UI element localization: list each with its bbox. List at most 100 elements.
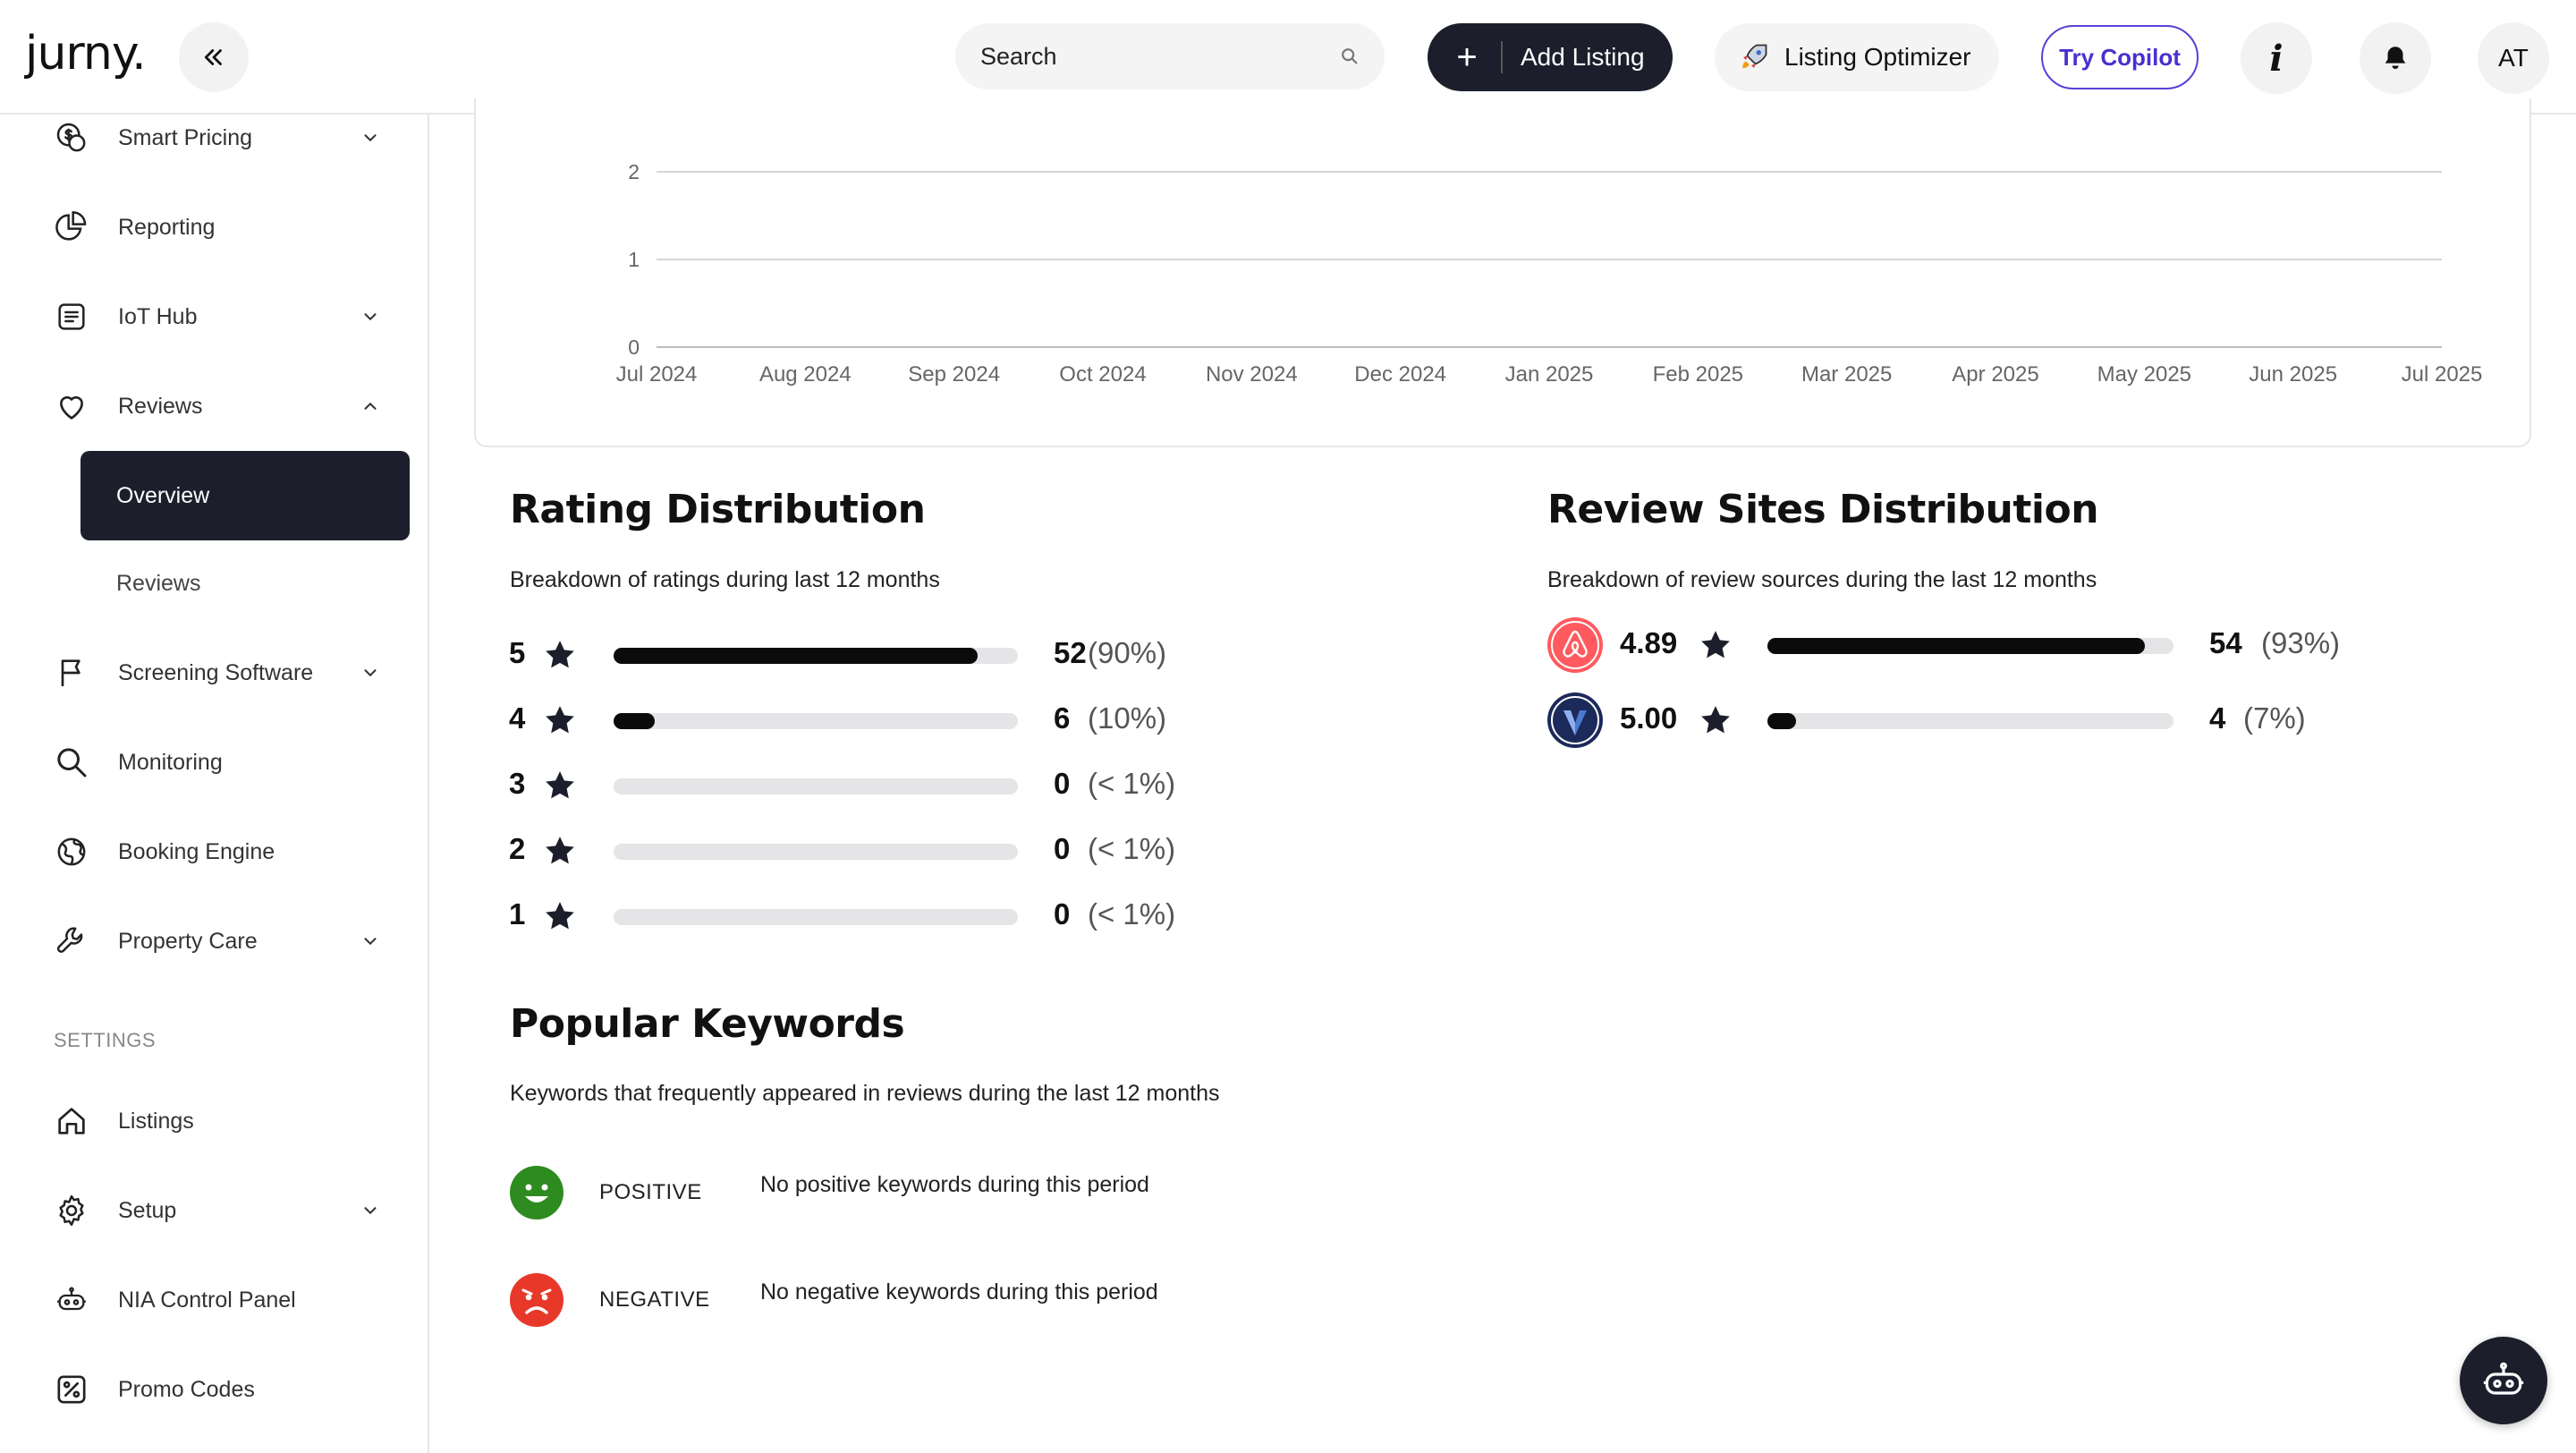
flag-icon [52,653,91,693]
sidebar-item-label: Booking Engine [118,838,275,864]
sidebar-item-label: Promo Codes [118,1376,255,1402]
rating-star-value: 1 [509,897,526,930]
chevron-down-icon [358,660,383,685]
settings-section-label: SETTINGS [54,1029,157,1051]
rating-bar-track [614,713,1018,729]
rating-count: 6 [1054,701,1071,735]
x-tick-label: Jul 2025 [2402,362,2483,387]
x-tick-label: Mar 2025 [1801,362,1892,387]
jurny-logo[interactable]: jurny. [25,27,147,81]
x-tick-label: Aug 2024 [759,362,852,387]
sidebar-item-screening-software[interactable]: Screening Software [52,650,383,695]
rating-distribution-subtitle: Breakdown of ratings during last 12 mont… [510,567,940,592]
site-review-percent: (93%) [2261,626,2341,659]
globe-icon [52,832,91,871]
site-review-count: 4 [2209,701,2226,735]
positive-keywords-empty-text: No positive keywords during this period [760,1172,1149,1197]
rating-percent: (< 1%) [1088,767,1176,800]
sidebar-item-label: Property Care [118,928,258,954]
home-icon [52,1101,91,1141]
site-review-count: 54 [2209,626,2242,659]
sidebar-item-label: NIA Control Panel [118,1287,296,1313]
chevron-down-icon [358,929,383,954]
assistant-bot-button[interactable] [2460,1337,2547,1424]
user-avatar[interactable]: AT [2478,22,2549,94]
rating-star-value: 3 [509,767,526,800]
gear-icon [52,1191,91,1230]
y-tick-label: 2 [628,160,640,183]
x-tick-label: Dec 2024 [1354,362,1446,387]
search-box[interactable]: Search [955,23,1385,89]
sidebar-item-property-care[interactable]: Property Care [52,919,383,964]
sad-face-icon [510,1273,564,1327]
site-bar-fill [1767,638,2146,654]
rating-bar-fill [614,648,978,664]
site-average-rating: 5.00 [1620,701,1678,735]
collapse-sidebar-button[interactable] [179,22,249,92]
sidebar-subitem-overview[interactable]: Overview [80,451,410,540]
listing-optimizer-label: Listing Optimizer [1784,43,1971,71]
rating-bar-fill [614,713,655,729]
sidebar-item-nia-control-panel[interactable]: NIA Control Panel [52,1278,383,1322]
search-input[interactable]: Search [980,43,1340,71]
add-listing-button[interactable]: + Add Listing [1428,23,1673,91]
airbnb-logo-icon [1547,617,1603,673]
search-icon [1342,48,1358,64]
iot-device-icon [52,297,91,336]
x-tick-label: Jan 2025 [1505,362,1594,387]
sidebar-item-setup[interactable]: Setup [52,1188,383,1233]
review-sites-title: Review Sites Distribution [1547,487,2099,532]
top-bar: jurny. Search + Add Listing Listing Opti… [0,0,2576,115]
rating-count: 52 [1054,636,1087,669]
sidebar-subitem-reviews[interactable]: Reviews [116,571,200,597]
sidebar-item-label: Reviews [118,393,203,419]
chevron-up-icon [358,394,383,419]
rating-star-value: 2 [509,832,526,865]
positive-keywords-label: POSITIVE [599,1180,702,1204]
sidebar-item-smart-pricing[interactable]: Smart Pricing [52,115,383,160]
sidebar-item-listings[interactable]: Listings [52,1099,383,1143]
review-sites-subtitle: Breakdown of review sources during the l… [1547,567,2097,592]
sidebar-item-iot-hub[interactable]: IoT Hub [52,294,383,339]
site-review-percent: (7%) [2243,701,2306,735]
pie-chart-icon [52,208,91,247]
site-bar-fill [1767,713,1796,729]
rating-bar-track [614,648,1018,664]
star-icon [1701,706,1730,734]
reviews-over-time-chart-card: 0 1 2 Jul 2024 Aug 2024 Sep 2024 Oct 2024 Nov 2… [474,98,2531,447]
sidebar-item-promo-codes[interactable]: Promo Codes [52,1367,383,1412]
negative-keywords-label: NEGATIVE [599,1287,710,1312]
site-average-rating: 4.89 [1620,626,1678,659]
sidebar-item-reviews[interactable]: Reviews [52,384,383,429]
reviews-line-chart: 0 1 2 Jul 2024 Aug 2024 Sep 2024 Oct 2024 Nov 2… [616,160,2483,387]
listing-optimizer-button[interactable]: Listing Optimizer [1715,23,1999,91]
rating-star-value: 5 [509,636,526,669]
site-bar-track [1767,638,2174,654]
sidebar-item-label: Smart Pricing [118,124,253,150]
add-listing-label: Add Listing [1521,43,1645,71]
star-icon [546,641,574,668]
rating-star-value: 4 [509,701,526,735]
popular-keywords-subtitle: Keywords that frequently appeared in rev… [510,1081,1220,1106]
site-bar-track [1767,713,2174,729]
info-button[interactable]: i [2241,22,2312,94]
notifications-button[interactable] [2360,22,2431,94]
star-icon [546,706,574,734]
button-separator [1501,41,1503,73]
sidebar-item-monitoring[interactable]: Monitoring [52,740,383,785]
sidebar-item-reporting[interactable]: Reporting [52,205,383,250]
x-tick-label: Feb 2025 [1653,362,1743,387]
sidebar-item-label: IoT Hub [118,303,198,329]
x-tick-label: Jul 2024 [616,362,698,387]
double-chevron-left-icon [204,49,222,65]
robot-icon [2483,1362,2524,1395]
sidebar-item-label: Setup [118,1197,177,1223]
sidebar-item-booking-engine[interactable]: Booking Engine [52,829,383,874]
x-tick-label: May 2025 [2097,362,2191,387]
rating-distribution-title: Rating Distribution [510,487,926,532]
dollar-circle-icon [52,118,91,157]
bell-icon [2385,47,2406,70]
heart-icon [52,387,91,426]
try-copilot-button[interactable]: Try Copilot [2041,25,2199,89]
rating-bar-track [614,778,1018,794]
